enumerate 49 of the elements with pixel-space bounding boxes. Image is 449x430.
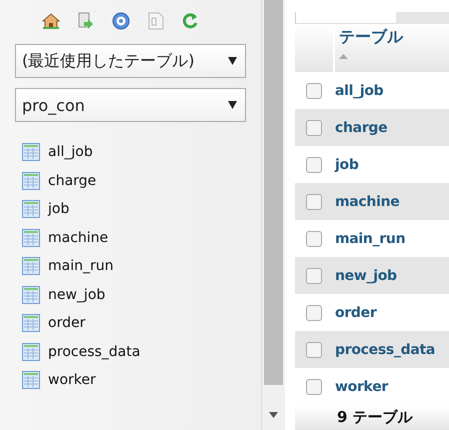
table-icon [22,257,40,276]
help-icon[interactable] [112,12,130,30]
table-link[interactable]: job [335,156,359,172]
recent-tables-select[interactable]: (最近使用したテーブル) [15,44,246,78]
table-icon [22,228,40,247]
table-link[interactable]: all_job [48,144,93,160]
caret-icon [228,57,237,65]
table-link[interactable]: order [335,304,376,320]
caret-icon [228,101,237,109]
document-arrow-icon[interactable] [78,12,94,30]
table-link[interactable]: process_data [48,344,140,360]
row-checkbox[interactable] [306,156,322,172]
table-link[interactable]: machine [335,194,400,210]
table-icon [22,371,40,390]
table-link[interactable]: main_run [335,230,406,246]
table-icon [22,172,40,190]
row-checkbox[interactable] [306,378,322,394]
table-link[interactable]: new_job [48,286,106,303]
table-link[interactable]: job [48,201,70,218]
row-checkbox[interactable] [306,230,322,246]
document-icon[interactable] [148,12,164,30]
table-icon [22,314,40,332]
scrollbar-thumb[interactable] [264,0,283,385]
table-link[interactable]: worker [335,378,388,394]
table-count: 9 テーブル [337,408,413,427]
database-select[interactable]: pro_con [15,88,246,122]
scroll-down-icon[interactable] [269,412,278,418]
table-link[interactable]: main_run [48,258,114,274]
refresh-icon[interactable] [182,12,198,30]
table-link[interactable]: all_job [335,82,384,98]
row-checkbox[interactable] [306,304,322,320]
row-checkbox[interactable] [306,268,322,284]
sort-ascending-icon[interactable] [339,54,348,59]
table-link[interactable]: order [48,315,86,332]
table-link[interactable]: machine [48,230,108,246]
table-link[interactable]: charge [335,120,388,136]
table-icon [22,286,40,304]
row-checkbox[interactable] [306,120,322,136]
row-checkbox[interactable] [306,342,322,358]
table-icon [22,200,40,218]
row-checkbox[interactable] [306,194,322,210]
column-header[interactable]: テーブル [339,27,449,48]
table-link[interactable]: new_job [335,268,397,284]
table-link[interactable]: charge [48,172,96,189]
table-icon [22,342,40,361]
table-icon [22,143,40,162]
table-link[interactable]: worker [48,372,96,388]
home-icon[interactable] [42,13,60,29]
row-checkbox[interactable] [306,82,322,98]
